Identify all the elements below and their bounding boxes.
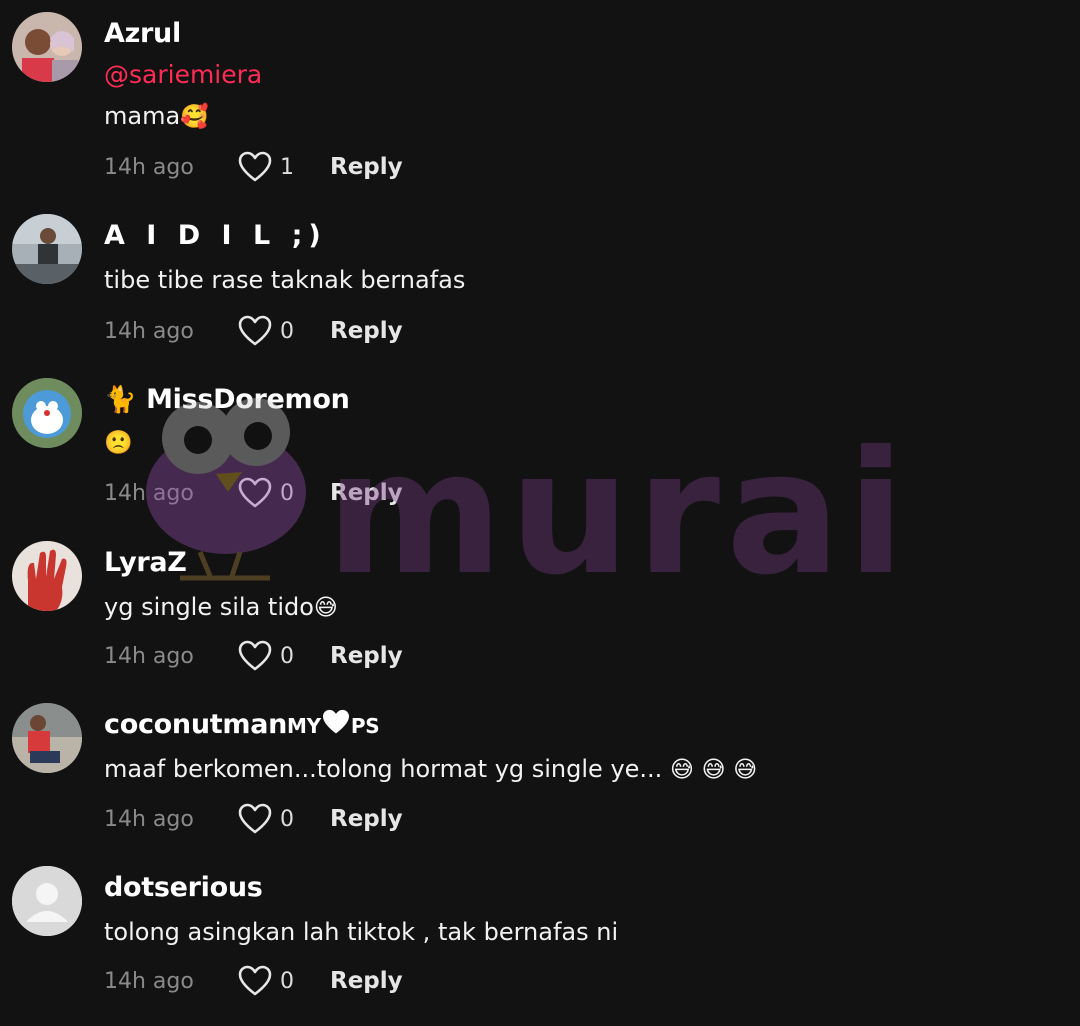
comment-text: 🙁 <box>104 428 133 456</box>
reply-button[interactable]: Reply <box>330 480 403 506</box>
comment-text: tibe tibe rase taknak bernafas <box>104 266 466 294</box>
grinning-sweat-emoji: 😅 <box>701 757 726 783</box>
comment-text: mama🥰 <box>104 102 209 130</box>
avatar[interactable] <box>12 214 82 284</box>
heart-icon <box>322 709 349 734</box>
like-button[interactable]: 0 <box>238 803 330 835</box>
comment-text: tolong asingkan lah tiktok , tak bernafa… <box>104 918 619 946</box>
comment-text-content: maaf berkomen...tolong hormat yg single … <box>104 755 663 783</box>
timestamp: 14h ago <box>104 806 194 832</box>
avatar-photo <box>12 378 82 448</box>
heart-icon[interactable] <box>238 151 272 183</box>
like-count: 0 <box>280 480 294 506</box>
like-count: 1 <box>280 154 294 180</box>
comment-meta: 14h ago 1 Reply <box>104 150 403 184</box>
frowning-face-emoji: 🙁 <box>104 430 133 456</box>
heart-icon[interactable] <box>238 640 272 672</box>
username-text: MissDoremon <box>146 384 350 415</box>
like-count: 0 <box>280 318 294 344</box>
comment-text: maaf berkomen...tolong hormat yg single … <box>104 755 757 783</box>
comment-item: coconutmanMY PS maaf berkomen...tolong ho… <box>0 703 1080 863</box>
like-button[interactable]: 0 <box>238 965 330 997</box>
comment-meta: 14h ago 0 Reply <box>104 314 403 348</box>
like-button[interactable]: 0 <box>238 315 330 347</box>
username[interactable]: dotserious <box>104 872 263 903</box>
avatar-photo <box>12 214 82 284</box>
heart-icon[interactable] <box>238 965 272 997</box>
timestamp: 14h ago <box>104 480 194 506</box>
username[interactable]: A I D I L ;) <box>104 220 327 251</box>
comment-meta: 14h ago 0 Reply <box>104 476 403 510</box>
timestamp: 14h ago <box>104 968 194 994</box>
reply-button[interactable]: Reply <box>330 806 403 832</box>
comment-item: 🐈 MissDoremon 🙁 14h ago 0 Reply <box>0 378 1080 538</box>
avatar[interactable] <box>12 12 82 82</box>
heart-icon[interactable] <box>238 803 272 835</box>
avatar[interactable] <box>12 866 82 936</box>
comment-item: dotserious tolong asingkan lah tiktok , … <box>0 866 1080 1026</box>
comment-meta: 14h ago 0 Reply <box>104 639 403 673</box>
comment-item: LyraZ yg single sila tido😅 14h ago 0 Rep… <box>0 541 1080 701</box>
smiling-face-with-hearts-emoji: 🥰 <box>180 104 209 130</box>
avatar[interactable] <box>12 541 82 611</box>
username[interactable]: coconutmanMY PS <box>104 709 380 740</box>
avatar[interactable] <box>12 378 82 448</box>
like-count: 0 <box>280 806 294 832</box>
avatar-photo <box>12 703 82 773</box>
like-count: 0 <box>280 968 294 994</box>
like-button[interactable]: 0 <box>238 640 330 672</box>
like-count: 0 <box>280 643 294 669</box>
heart-icon[interactable] <box>238 315 272 347</box>
comment-meta: 14h ago 0 Reply <box>104 964 403 998</box>
comment-text: yg single sila tido😅 <box>104 593 338 621</box>
username[interactable]: 🐈 MissDoremon <box>104 384 350 415</box>
cat-badge-icon: 🐈 <box>104 385 137 415</box>
heart-icon[interactable] <box>238 477 272 509</box>
reply-button[interactable]: Reply <box>330 968 403 994</box>
avatar-photo <box>12 541 82 611</box>
comment-item: Azrul @sariemiera mama🥰 14h ago 1 Reply <box>0 12 1080 182</box>
username-suffix: PS <box>350 714 380 738</box>
timestamp: 14h ago <box>104 154 194 180</box>
like-button[interactable]: 0 <box>238 477 330 509</box>
grinning-sweat-emoji: 😅 <box>313 595 338 621</box>
mention-link[interactable]: @sariemiera <box>104 60 262 89</box>
like-button[interactable]: 1 <box>238 151 330 183</box>
comment-item: A I D I L ;) tibe tibe rase taknak berna… <box>0 214 1080 374</box>
grinning-sweat-emoji: 😅 <box>669 757 694 783</box>
comment-text-content: mama <box>104 102 181 130</box>
comment-meta: 14h ago 0 Reply <box>104 802 403 836</box>
avatar-photo <box>12 12 82 82</box>
username[interactable]: Azrul <box>104 18 181 49</box>
comment-text-content: yg single sila tido <box>104 593 314 621</box>
grinning-sweat-emoji: 😅 <box>733 757 758 783</box>
username[interactable]: LyraZ <box>104 547 187 578</box>
reply-button[interactable]: Reply <box>330 643 403 669</box>
avatar[interactable] <box>12 703 82 773</box>
timestamp: 14h ago <box>104 318 194 344</box>
reply-button[interactable]: Reply <box>330 318 403 344</box>
default-avatar-icon <box>12 866 82 936</box>
username-text: coconutman <box>104 709 288 740</box>
reply-button[interactable]: Reply <box>330 154 403 180</box>
timestamp: 14h ago <box>104 643 194 669</box>
username-suffix: MY <box>287 714 321 738</box>
